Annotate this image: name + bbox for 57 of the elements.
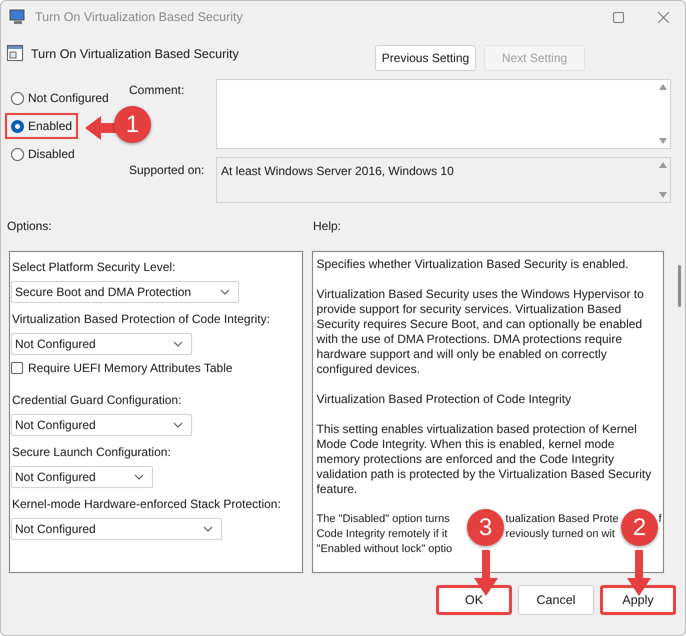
computer-icon: [9, 9, 27, 25]
scroll-up-icon[interactable]: [659, 84, 667, 90]
help-paragraph: Specifies whether Virtualization Based Security is enabled.: [316, 257, 630, 272]
radio-option[interactable]: Not Configured: [5, 85, 115, 111]
dropdown[interactable]: Not Configured: [11, 333, 192, 355]
help-paragraph: Virtualization Based Protection of Code Integrity: [316, 392, 572, 407]
dropdown[interactable]: Not Configured: [11, 518, 222, 540]
radio-option[interactable]: Enabled: [5, 113, 78, 139]
comment-field[interactable]: [216, 79, 671, 149]
help-text-fragment: "Enabled without lock" optio: [316, 542, 452, 557]
chevron-down-icon: [134, 474, 144, 480]
option-label: Secure Launch Configuration:: [11, 444, 172, 461]
radio-button[interactable]: [11, 148, 24, 160]
help-text-fragment: The "Disabled" option turns: [316, 512, 450, 527]
dialog-button[interactable]: OK: [436, 585, 512, 615]
policy-icon: [7, 45, 23, 61]
checkbox-option[interactable]: Require UEFI Memory Attributes Table: [11, 359, 301, 377]
option-label: Credential Guard Configuration:: [11, 392, 182, 409]
help-paragraph: Virtualization Based Security uses the Windows Hypervisor to provide support for security services. Virtualization Based Security requires Secure Boot, and can optionally be enabled with the use of DMA Protections. DMA protections require hardware support and will only be enabled on correctly configured devices.: [316, 287, 645, 377]
close-icon[interactable]: [658, 12, 669, 22]
option-label: Kernel-mode Hardware-enforced Stack Protection:: [11, 496, 282, 513]
chevron-down-icon: [203, 526, 213, 532]
dropdown[interactable]: Not Configured: [11, 466, 153, 488]
checkbox[interactable]: [11, 362, 23, 374]
pointer-arrow: [85, 116, 117, 140]
dialog-button[interactable]: Cancel: [518, 585, 594, 615]
window-title: Turn On Virtualization Based Security: [35, 8, 243, 26]
chevron-down-icon: [173, 422, 183, 428]
nav-button[interactable]: Previous Setting: [375, 45, 476, 71]
option-label: Virtualization Based Protection of Code Integrity:: [11, 311, 271, 328]
chevron-down-icon: [173, 341, 183, 347]
dialog-button[interactable]: Apply: [600, 585, 676, 615]
help-text-fragment: Code Integrity remotely if it: [316, 527, 448, 542]
comment-label: Comment:: [129, 82, 186, 99]
help-text-fragment: f: [658, 512, 662, 527]
supported-on-label: Supported on:: [129, 162, 206, 179]
radio-button[interactable]: [11, 92, 24, 104]
pointer-arrow: [627, 550, 651, 596]
scroll-down-icon[interactable]: [659, 192, 667, 198]
radio-option[interactable]: Disabled: [5, 141, 81, 167]
scroll-down-icon[interactable]: [659, 138, 667, 144]
help-label: Help:: [313, 218, 342, 235]
option-label: Select Platform Security Level:: [11, 259, 176, 276]
maximize-icon[interactable]: [613, 12, 624, 22]
help-paragraph: This setting enables virtualization based protection of Kernel Mode Code Integrity. When this is enabled, kernel mode memory protections are enforced and the Code Integrity validation path is protected by the Virtualization Based Security feature.: [316, 422, 652, 497]
pointer-arrow: [474, 550, 498, 596]
step-number-badge: 1: [114, 106, 151, 143]
dropdown[interactable]: Secure Boot and DMA Protection: [11, 281, 239, 303]
help-text-fragment: reviously turned on wit: [506, 527, 615, 542]
supported-on-field: At least Windows Server 2016, Windows 10: [216, 157, 671, 203]
chevron-down-icon: [220, 289, 230, 295]
scroll-up-icon[interactable]: [659, 162, 667, 168]
radio-button[interactable]: [11, 120, 24, 132]
dropdown[interactable]: Not Configured: [11, 414, 192, 436]
options-label: Options:: [6, 218, 53, 235]
help-text-fragment: tualization Based Prote: [506, 512, 619, 527]
policy-title: Turn On Virtualization Based Security: [31, 46, 239, 63]
